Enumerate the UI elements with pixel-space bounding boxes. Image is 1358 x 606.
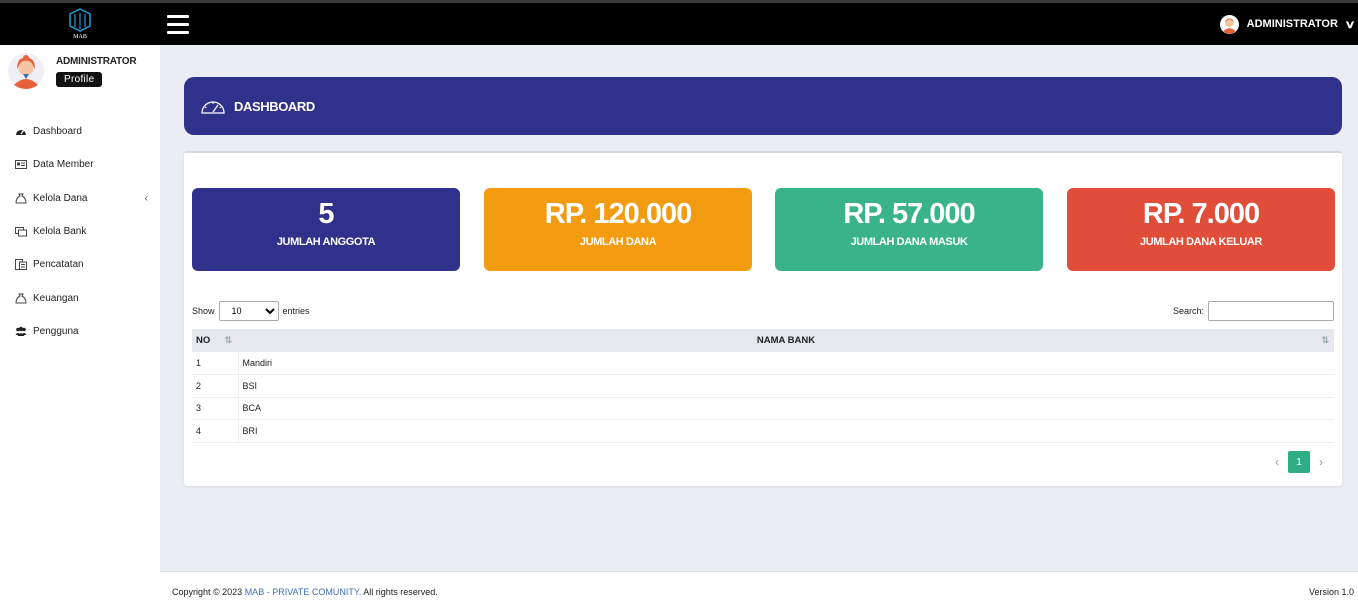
id-card-icon bbox=[15, 160, 27, 170]
stat-card-jumlah-dana-masuk: RP. 57.000 JUMLAH DANA MASUK bbox=[775, 188, 1043, 271]
sidebar-item-pencatatan[interactable]: Pencatatan bbox=[0, 248, 160, 281]
cell-no: 1 bbox=[192, 352, 239, 375]
sidebar-user-name: ADMINISTRATOR bbox=[56, 56, 137, 67]
table-length-control: Show 10 entries bbox=[192, 301, 310, 321]
search-input[interactable] bbox=[1208, 301, 1334, 321]
table-row: 3 BCA bbox=[192, 397, 1334, 420]
tachometer-icon bbox=[16, 130, 26, 136]
profile-button[interactable]: Profile bbox=[56, 72, 103, 87]
sidebar-item-label: Kelola Bank bbox=[33, 226, 87, 238]
stat-label: JUMLAH ANGGOTA bbox=[276, 236, 376, 248]
cell-no: 4 bbox=[192, 419, 239, 443]
column-header-no[interactable]: NO ⇅ bbox=[192, 329, 238, 352]
entries-select[interactable]: 10 bbox=[218, 301, 279, 321]
sidebar-item-label: Pencatatan bbox=[33, 259, 84, 271]
page-header: DASHBOARD bbox=[184, 77, 1342, 135]
table-row: 4 BRI bbox=[192, 419, 1334, 443]
stat-value: 5 bbox=[318, 198, 334, 230]
sort-asc-icon: ⇅ bbox=[224, 335, 232, 345]
cell-no: 3 bbox=[192, 397, 239, 420]
mab-logo[interactable]: MAB bbox=[66, 7, 94, 43]
stat-value: RP. 120.000 bbox=[544, 198, 693, 230]
sidebar-user-panel: ADMINISTRATOR Profile bbox=[8, 53, 158, 93]
avatar bbox=[8, 53, 44, 89]
table-row: 2 BSI bbox=[192, 374, 1334, 398]
sidebar-item-data-member[interactable]: Data Member bbox=[0, 148, 160, 181]
copyright-text: Copyright © 2023 MAB - PRIVATE COMUNITY.… bbox=[172, 587, 438, 597]
sidebar-item-kelola-dana[interactable]: Kelola Dana ‹ bbox=[0, 182, 160, 215]
sidebar-item-label: Pengguna bbox=[33, 325, 79, 337]
chevron-down-icon: ∨ bbox=[1344, 18, 1356, 31]
cell-no: 2 bbox=[192, 374, 239, 398]
header-user-name: ADMINISTRATOR bbox=[1246, 18, 1338, 30]
stat-card-jumlah-anggota: 5 JUMLAH ANGGOTA bbox=[192, 188, 460, 271]
main-content: DASHBOARD 5 JUMLAH ANGGOTA RP. 120.000 J… bbox=[160, 45, 1358, 571]
stat-value: RP. 57.000 bbox=[843, 198, 975, 230]
sidebar-item-pengguna[interactable]: Pengguna bbox=[0, 315, 160, 348]
stat-label: JUMLAH DANA MASUK bbox=[850, 236, 968, 248]
version-label: Version 1.0 bbox=[1308, 587, 1354, 597]
ledger-icon bbox=[15, 259, 27, 271]
sort-icon: ⇅ bbox=[1321, 335, 1329, 345]
search-label: Search: bbox=[1172, 306, 1204, 316]
sidebar-menu: Dashboard Data Member Kelola Dana ‹ Kelo… bbox=[0, 115, 160, 348]
cell-bank-name: BRI bbox=[238, 419, 1334, 443]
column-header-nama-bank[interactable]: NAMA BANK ⇅ bbox=[238, 329, 1334, 352]
stat-value: RP. 7.000 bbox=[1142, 198, 1260, 230]
cell-bank-name: Mandiri bbox=[238, 352, 1334, 375]
pagination: ‹ 1 › bbox=[1266, 451, 1332, 473]
bank-table: NO ⇅ NAMA BANK ⇅ 1 Mandiri 2 BSI 3 BCA 4… bbox=[192, 329, 1334, 443]
cell-bank-name: BCA bbox=[238, 397, 1334, 420]
stat-card-jumlah-dana-keluar: RP. 7.000 JUMLAH DANA KELUAR bbox=[1067, 188, 1335, 271]
finance-icon bbox=[15, 293, 27, 304]
sidebar-item-kelola-bank[interactable]: Kelola Bank bbox=[0, 215, 160, 248]
avatar bbox=[1219, 14, 1239, 34]
sidebar-item-keuangan[interactable]: Keuangan bbox=[0, 281, 160, 314]
sidebar-item-dashboard[interactable]: Dashboard bbox=[0, 115, 160, 148]
users-icon bbox=[15, 326, 27, 336]
sidebar-item-label: Keuangan bbox=[33, 292, 79, 304]
page-title: DASHBOARD bbox=[234, 98, 315, 114]
dashboard-panel: 5 JUMLAH ANGGOTA RP. 120.000 JUMLAH DANA… bbox=[184, 151, 1342, 486]
sidebar-item-label: Data Member bbox=[33, 159, 94, 171]
table-row: 1 Mandiri bbox=[192, 352, 1334, 375]
cell-bank-name: BSI bbox=[238, 374, 1334, 398]
show-label: Show bbox=[192, 306, 215, 316]
table-header-row: NO ⇅ NAMA BANK ⇅ bbox=[192, 329, 1334, 352]
menu-toggle-icon[interactable] bbox=[167, 15, 189, 35]
table-search-control: Search: bbox=[1173, 301, 1334, 321]
pagination-page-button[interactable]: 1 bbox=[1288, 451, 1310, 473]
speedometer-icon bbox=[201, 101, 225, 114]
stat-card-jumlah-dana: RP. 120.000 JUMLAH DANA bbox=[484, 188, 752, 271]
pagination-prev-button[interactable]: ‹ bbox=[1266, 455, 1288, 469]
stat-label: JUMLAH DANA bbox=[579, 236, 657, 248]
brand-link[interactable]: MAB - PRIVATE COMUNITY. bbox=[245, 587, 362, 597]
user-menu-dropdown[interactable]: ADMINISTRATOR ∨ bbox=[1219, 13, 1356, 35]
logo-text: MAB bbox=[73, 34, 87, 40]
bank-transfer-icon bbox=[15, 227, 27, 237]
money-bag-icon bbox=[15, 193, 27, 204]
sidebar-item-label: Dashboard bbox=[33, 126, 82, 138]
footer: Copyright © 2023 MAB - PRIVATE COMUNITY.… bbox=[160, 571, 1358, 606]
chevron-left-icon: ‹ bbox=[144, 192, 148, 204]
top-navbar: MAB ADMINISTRATOR ∨ bbox=[0, 0, 1358, 45]
sidebar: ADMINISTRATOR Profile Dashboard Data Mem… bbox=[0, 45, 160, 606]
sidebar-item-label: Kelola Dana bbox=[33, 192, 88, 204]
stat-label: JUMLAH DANA KELUAR bbox=[1140, 236, 1262, 248]
entries-label: entries bbox=[282, 306, 310, 316]
pagination-next-button[interactable]: › bbox=[1310, 455, 1332, 469]
